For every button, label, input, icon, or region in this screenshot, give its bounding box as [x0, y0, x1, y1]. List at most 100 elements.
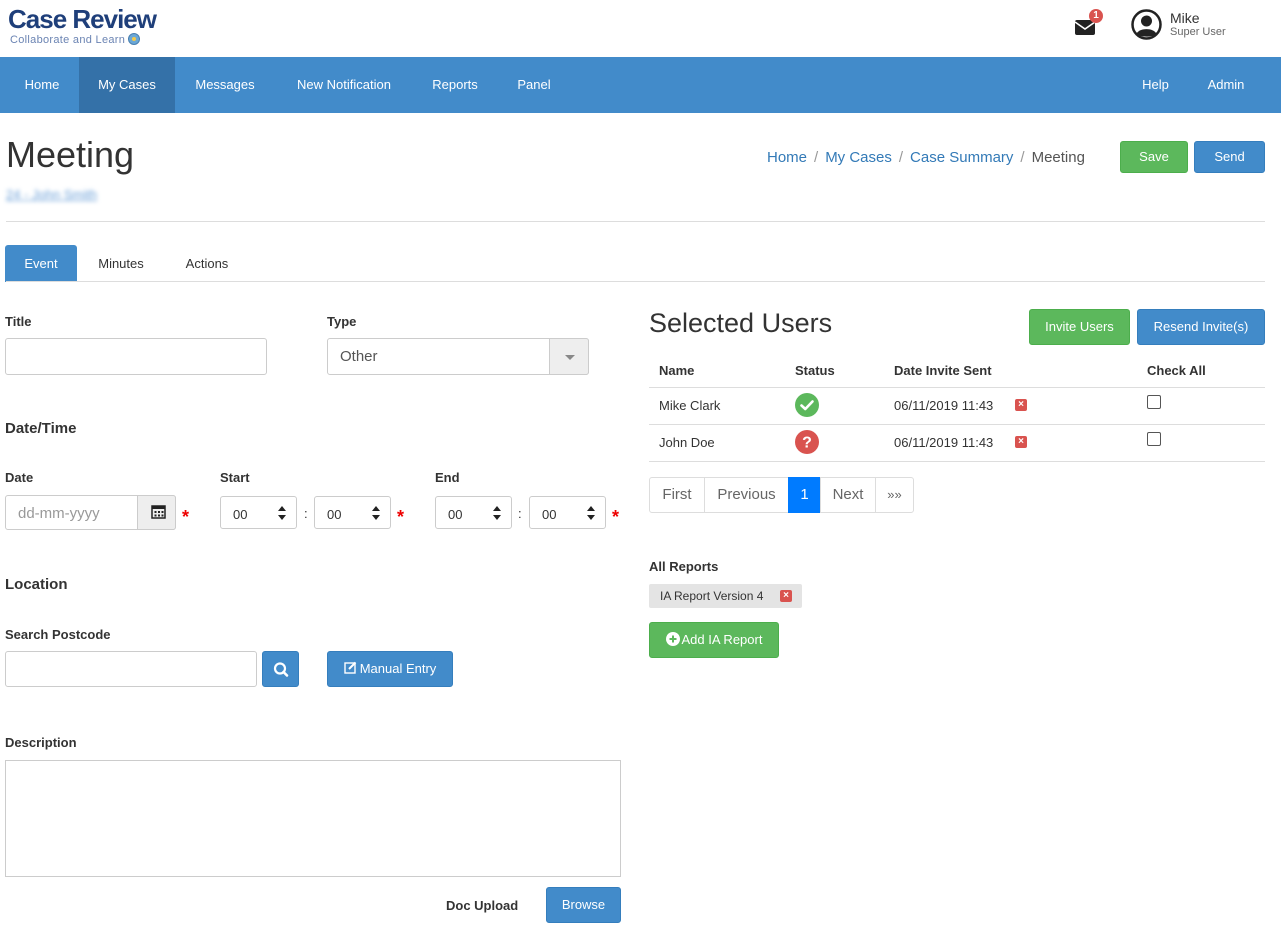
type-select[interactable]: Other: [327, 338, 589, 375]
row-checkbox[interactable]: [1147, 395, 1161, 409]
description-textarea[interactable]: [5, 760, 621, 877]
required-mark: *: [182, 507, 190, 527]
end-label: End: [435, 470, 460, 485]
description-label: Description: [5, 735, 77, 750]
all-reports-label: All Reports: [649, 559, 719, 574]
report-chip: IA Report Version 4 ×: [649, 584, 802, 608]
title-input[interactable]: [5, 338, 267, 375]
remove-icon[interactable]: ×: [780, 590, 792, 602]
end-hour-spinner[interactable]: 00: [435, 496, 512, 529]
user-avatar-icon[interactable]: [1131, 9, 1162, 40]
table-divider: [649, 461, 1265, 462]
breadcrumb-current: Meeting: [1031, 149, 1085, 166]
spinner-arrows-icon: [372, 506, 380, 520]
postcode-label: Search Postcode: [5, 627, 111, 642]
search-icon: [273, 662, 289, 677]
add-ia-report-button[interactable]: Add IA Report: [649, 622, 779, 658]
invite-date-cell: 06/11/2019 11:43: [894, 435, 994, 450]
required-mark: *: [397, 507, 405, 527]
add-ia-report-label: Add IA Report: [681, 632, 763, 647]
send-button[interactable]: Send: [1194, 141, 1265, 173]
tab-minutes[interactable]: Minutes: [82, 245, 160, 282]
logo-subtitle-text: Collaborate and Learn: [10, 34, 126, 46]
date-input[interactable]: dd-mm-yyyy: [5, 495, 176, 530]
manual-entry-label: Manual Entry: [359, 661, 437, 676]
notification-badge: 1: [1089, 9, 1103, 23]
nav-messages[interactable]: Messages: [177, 57, 273, 113]
question-circle-icon: ?: [795, 430, 819, 454]
divider: [6, 221, 1265, 222]
manual-entry-button[interactable]: Manual Entry: [327, 651, 453, 687]
remove-icon[interactable]: ×: [1015, 399, 1027, 411]
browse-button[interactable]: Browse: [546, 887, 621, 923]
nav-reports[interactable]: Reports: [415, 57, 495, 113]
chevron-down-icon: [565, 355, 575, 360]
pagination-last[interactable]: »»: [875, 477, 914, 513]
breadcrumb-separator: /: [898, 149, 904, 166]
type-label: Type: [327, 314, 357, 329]
invite-date-cell: 06/11/2019 11:43: [894, 398, 994, 413]
pagination-next[interactable]: Next: [820, 477, 876, 513]
pagination-first[interactable]: First: [649, 477, 705, 513]
end-minute-value: 00: [542, 507, 557, 522]
nav-new-notification[interactable]: New Notification: [278, 57, 410, 113]
nav-help[interactable]: Help: [1128, 57, 1183, 113]
start-label: Start: [220, 470, 250, 485]
nav-home[interactable]: Home: [0, 57, 84, 113]
start-hour-value: 00: [233, 507, 248, 522]
svg-text:?: ?: [802, 435, 812, 452]
nav-admin[interactable]: Admin: [1196, 57, 1256, 113]
tab-event[interactable]: Event: [5, 245, 77, 282]
required-mark: *: [612, 507, 620, 527]
calendar-icon: [151, 505, 166, 519]
user-name-cell: Mike Clark: [659, 398, 721, 413]
save-button[interactable]: Save: [1120, 141, 1188, 173]
check-all-toggle[interactable]: Check All: [1147, 363, 1206, 378]
spinner-arrows-icon: [278, 506, 286, 520]
lightbulb-icon: [128, 33, 141, 45]
logo-subtitle: Collaborate and Learn: [10, 33, 141, 46]
postcode-search-button[interactable]: [262, 651, 299, 687]
row-checkbox[interactable]: [1147, 432, 1161, 446]
tabs-underline: [6, 281, 1265, 282]
date-label: Date: [5, 470, 34, 485]
breadcrumb-home[interactable]: Home: [767, 149, 807, 166]
time-separator: :: [518, 506, 522, 521]
location-section-title: Location: [5, 576, 68, 593]
user-name-cell: John Doe: [659, 435, 715, 450]
page-title: Meeting: [6, 134, 135, 175]
date-placeholder: dd-mm-yyyy: [18, 505, 100, 522]
tab-actions[interactable]: Actions: [168, 245, 246, 282]
pagination-previous[interactable]: Previous: [704, 477, 789, 513]
breadcrumb-my-cases[interactable]: My Cases: [825, 149, 892, 166]
calendar-button[interactable]: [137, 495, 176, 530]
breadcrumb-case-summary[interactable]: Case Summary: [910, 149, 1013, 166]
selected-users-title: Selected Users: [649, 308, 833, 338]
check-circle-icon: [795, 393, 819, 417]
edit-icon: [344, 661, 356, 674]
table-divider: [649, 387, 1265, 388]
resend-invites-button[interactable]: Resend Invite(s): [1137, 309, 1265, 345]
postcode-input[interactable]: [5, 651, 257, 687]
spinner-arrows-icon: [587, 506, 595, 520]
start-hour-spinner[interactable]: 00: [220, 496, 297, 529]
end-hour-value: 00: [448, 507, 463, 522]
spinner-arrows-icon: [493, 506, 501, 520]
start-minute-spinner[interactable]: 00: [314, 496, 391, 529]
start-minute-value: 00: [327, 507, 342, 522]
type-dropdown-toggle[interactable]: [549, 338, 589, 375]
title-label: Title: [5, 314, 32, 329]
remove-icon[interactable]: ×: [1015, 436, 1027, 448]
logo-title[interactable]: Case Review: [8, 4, 157, 35]
end-minute-spinner[interactable]: 00: [529, 496, 606, 529]
nav-panel[interactable]: Panel: [500, 57, 568, 113]
report-chip-label[interactable]: IA Report Version 4: [660, 589, 763, 603]
invite-users-button[interactable]: Invite Users: [1029, 309, 1130, 345]
case-link[interactable]: 24 - John Smith: [6, 187, 97, 202]
breadcrumb-separator: /: [1020, 149, 1025, 166]
nav-my-cases[interactable]: My Cases: [79, 57, 175, 113]
pagination-page-1[interactable]: 1: [788, 477, 821, 513]
column-header-name: Name: [659, 363, 695, 378]
table-divider: [649, 424, 1265, 425]
user-name[interactable]: Mike: [1170, 10, 1200, 26]
